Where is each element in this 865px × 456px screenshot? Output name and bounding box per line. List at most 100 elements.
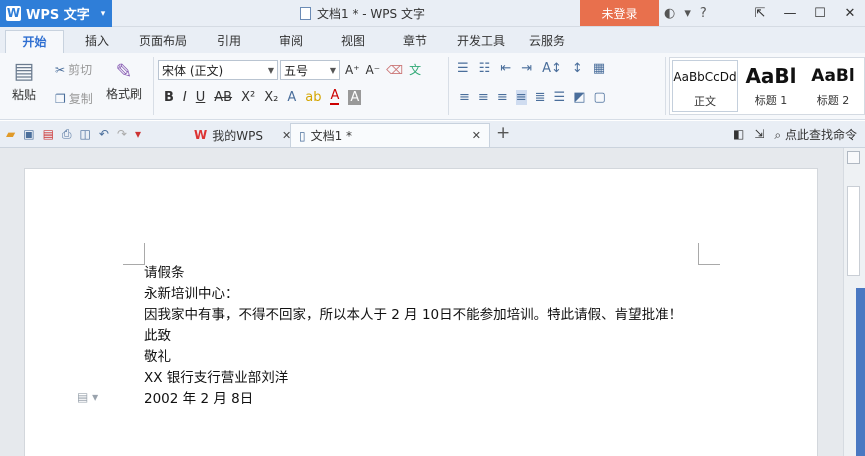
search-icon: ⌕ (774, 127, 782, 142)
undo-icon[interactable]: ↶ (99, 127, 109, 141)
tab-references[interactable]: 引用 (217, 32, 241, 49)
doc-line-closing: 此致 (144, 328, 171, 344)
tab-cloud[interactable]: 云服务 (529, 32, 565, 49)
scroll-top-button[interactable] (847, 151, 860, 164)
tab-view[interactable]: 视图 (341, 32, 365, 49)
char-shading-icon[interactable]: A (348, 89, 362, 105)
save-icon[interactable]: ▣ (23, 127, 34, 141)
minimize-button[interactable]: — (775, 0, 805, 27)
window-controls: ⇱ — ☐ ✕ (745, 0, 865, 27)
command-search[interactable]: ⌕ 点此查找命令 (774, 126, 857, 143)
distribute-icon[interactable]: ≣ (535, 90, 546, 105)
underline-icon[interactable]: U (196, 90, 206, 105)
highlight-icon[interactable]: ab (305, 90, 321, 105)
increase-indent-icon[interactable]: ⇥ (521, 61, 532, 76)
sort-icon[interactable]: ↕ (572, 61, 583, 76)
chevron-down-icon: ▼ (329, 65, 336, 75)
shirt-icon[interactable]: ▾ (684, 6, 691, 21)
tab-home[interactable]: 开始 (5, 30, 64, 54)
style-preview: AaBl (745, 64, 797, 88)
tab-section[interactable]: 章节 (403, 32, 427, 49)
document-page[interactable]: 请假条 永新培训中心： 因我家中有事，不得不回家，所以本人于 2 月 10日不能… (24, 168, 818, 456)
bullet-list-icon[interactable]: ☰ (457, 61, 469, 76)
wps-logo-icon: W (194, 128, 208, 142)
customize-icon[interactable]: ▾ (135, 127, 141, 141)
print-icon[interactable]: ⎙ (62, 127, 72, 142)
font-name-select[interactable]: 宋体 (正文) ▼ (158, 60, 278, 80)
style-normal[interactable]: AaBbCcDd 正文 (672, 60, 738, 112)
style-heading-1[interactable]: AaBl 标题 1 (740, 60, 802, 112)
pinyin-icon[interactable]: 文 (409, 61, 421, 78)
tab-review[interactable]: 审阅 (279, 32, 303, 49)
cut-button[interactable]: ✂ 剪切 (55, 61, 92, 78)
wps-app-menu-button[interactable]: W WPS 文字 ▾ (0, 0, 112, 27)
title-bar: W WPS 文字 ▾ 文档1 * - WPS 文字 未登录 ◐ ▾ ? ⇱ — … (0, 0, 865, 27)
style-name: 标题 1 (754, 94, 788, 107)
close-tab-icon[interactable]: ✕ (472, 129, 481, 142)
print-preview-icon[interactable]: ◫ (80, 127, 91, 141)
font-size-select[interactable]: 五号 ▼ (280, 60, 340, 80)
divider (665, 57, 666, 115)
export-pdf-icon[interactable]: ▤ (43, 127, 54, 141)
maximize-button[interactable]: ☐ (805, 0, 835, 27)
scissors-icon: ✂ (55, 62, 66, 77)
border-icon[interactable]: ▢ (593, 90, 605, 105)
align-left-icon[interactable]: ≡ (459, 90, 470, 105)
tab-my-wps[interactable]: W 我的WPS ✕ (186, 123, 299, 147)
redo-icon[interactable]: ↷ (117, 127, 127, 141)
reading-mode-icon[interactable]: ◧ (733, 127, 744, 141)
copy-label: 复制 (68, 92, 93, 106)
table-icon[interactable]: ▦ (593, 61, 605, 76)
superscript-icon[interactable]: X² (241, 90, 255, 105)
copy-button[interactable]: ❐ 复制 (55, 90, 93, 107)
tab-insert[interactable]: 插入 (85, 32, 109, 49)
strikethrough-icon[interactable]: AB (214, 90, 232, 105)
document-workspace: 请假条 永新培训中心： 因我家中有事，不得不回家，所以本人于 2 月 10日不能… (0, 148, 843, 456)
doc-line-date: 2002 年 2 月 8日 (144, 391, 254, 407)
skin-icon[interactable]: ◐ (664, 6, 675, 21)
decrease-indent-icon[interactable]: ⇤ (500, 61, 511, 76)
font-color-icon[interactable]: A (330, 89, 340, 105)
tab-document-1[interactable]: ▯ 文档1 * ✕ (290, 123, 490, 147)
italic-icon[interactable]: I (183, 90, 187, 105)
vertical-scrollbar[interactable] (843, 148, 865, 456)
doc-line-title: 请假条 (144, 265, 185, 281)
subscript-icon[interactable]: X₂ (264, 90, 278, 105)
change-case-icon[interactable]: A↕ (542, 61, 562, 76)
share-icon[interactable]: ⇲ (754, 127, 764, 141)
grow-font-icon[interactable]: A⁺ (345, 63, 360, 77)
shrink-font-icon[interactable]: A⁻ (366, 63, 381, 77)
paste-button[interactable]: ▤ 粘贴 (12, 59, 36, 103)
close-button[interactable]: ✕ (835, 0, 865, 27)
format-painter-button[interactable]: ✎ 格式刷 (106, 59, 142, 102)
window-title-text: 文档1 * - WPS 文字 (317, 7, 425, 21)
shading-icon[interactable]: ◩ (573, 90, 585, 105)
ribbon: ▤ 粘贴 ✂ 剪切 ❐ 复制 ✎ 格式刷 宋体 (正文) ▼ 五号 ▼ A⁺ A… (0, 53, 865, 120)
titlebar-tools: ◐ ▾ ? (664, 0, 707, 27)
new-tab-button[interactable]: + (496, 123, 510, 143)
help-icon[interactable]: ? (700, 6, 707, 21)
clear-format-icon[interactable]: ⌫ (386, 63, 403, 77)
bold-icon[interactable]: B (164, 90, 174, 105)
text-effect-icon[interactable]: A (287, 90, 296, 105)
restore-view-icon[interactable]: ⇱ (745, 0, 775, 27)
document-body[interactable]: 请假条 永新培训中心： 因我家中有事，不得不回家，所以本人于 2 月 10日不能… (144, 263, 682, 410)
scrollbar-thumb[interactable] (847, 186, 860, 276)
style-name: 正文 (694, 95, 716, 108)
style-preview: AaBl (811, 66, 855, 86)
style-heading-2[interactable]: AaBl 标题 2 (804, 60, 862, 112)
numbered-list-icon[interactable]: ☷ (479, 61, 491, 76)
login-button[interactable]: 未登录 (580, 0, 659, 26)
open-folder-icon[interactable]: ▰ (6, 127, 15, 141)
doc-line-signature: XX 银行支行营业部刘洋 (144, 370, 289, 386)
tab-developer[interactable]: 开发工具 (457, 32, 505, 49)
chevron-down-icon: ▾ (100, 8, 106, 19)
align-justify-icon[interactable]: ≡ (515, 90, 527, 105)
tab-page-layout[interactable]: 页面布局 (139, 32, 187, 49)
paragraph-layout-icon[interactable]: ▤ ▾ (77, 390, 98, 404)
align-center-icon[interactable]: ≡ (478, 90, 489, 105)
document-tab-strip: ▰ ▣ ▤ ⎙ ◫ ↶ ↷ ▾ W 我的WPS ✕ ▯ 文档1 * ✕ + ◧ … (0, 121, 865, 148)
align-right-icon[interactable]: ≡ (497, 90, 508, 105)
font-size-value: 五号 (284, 63, 309, 78)
line-spacing-icon[interactable]: ☰ (554, 90, 566, 105)
